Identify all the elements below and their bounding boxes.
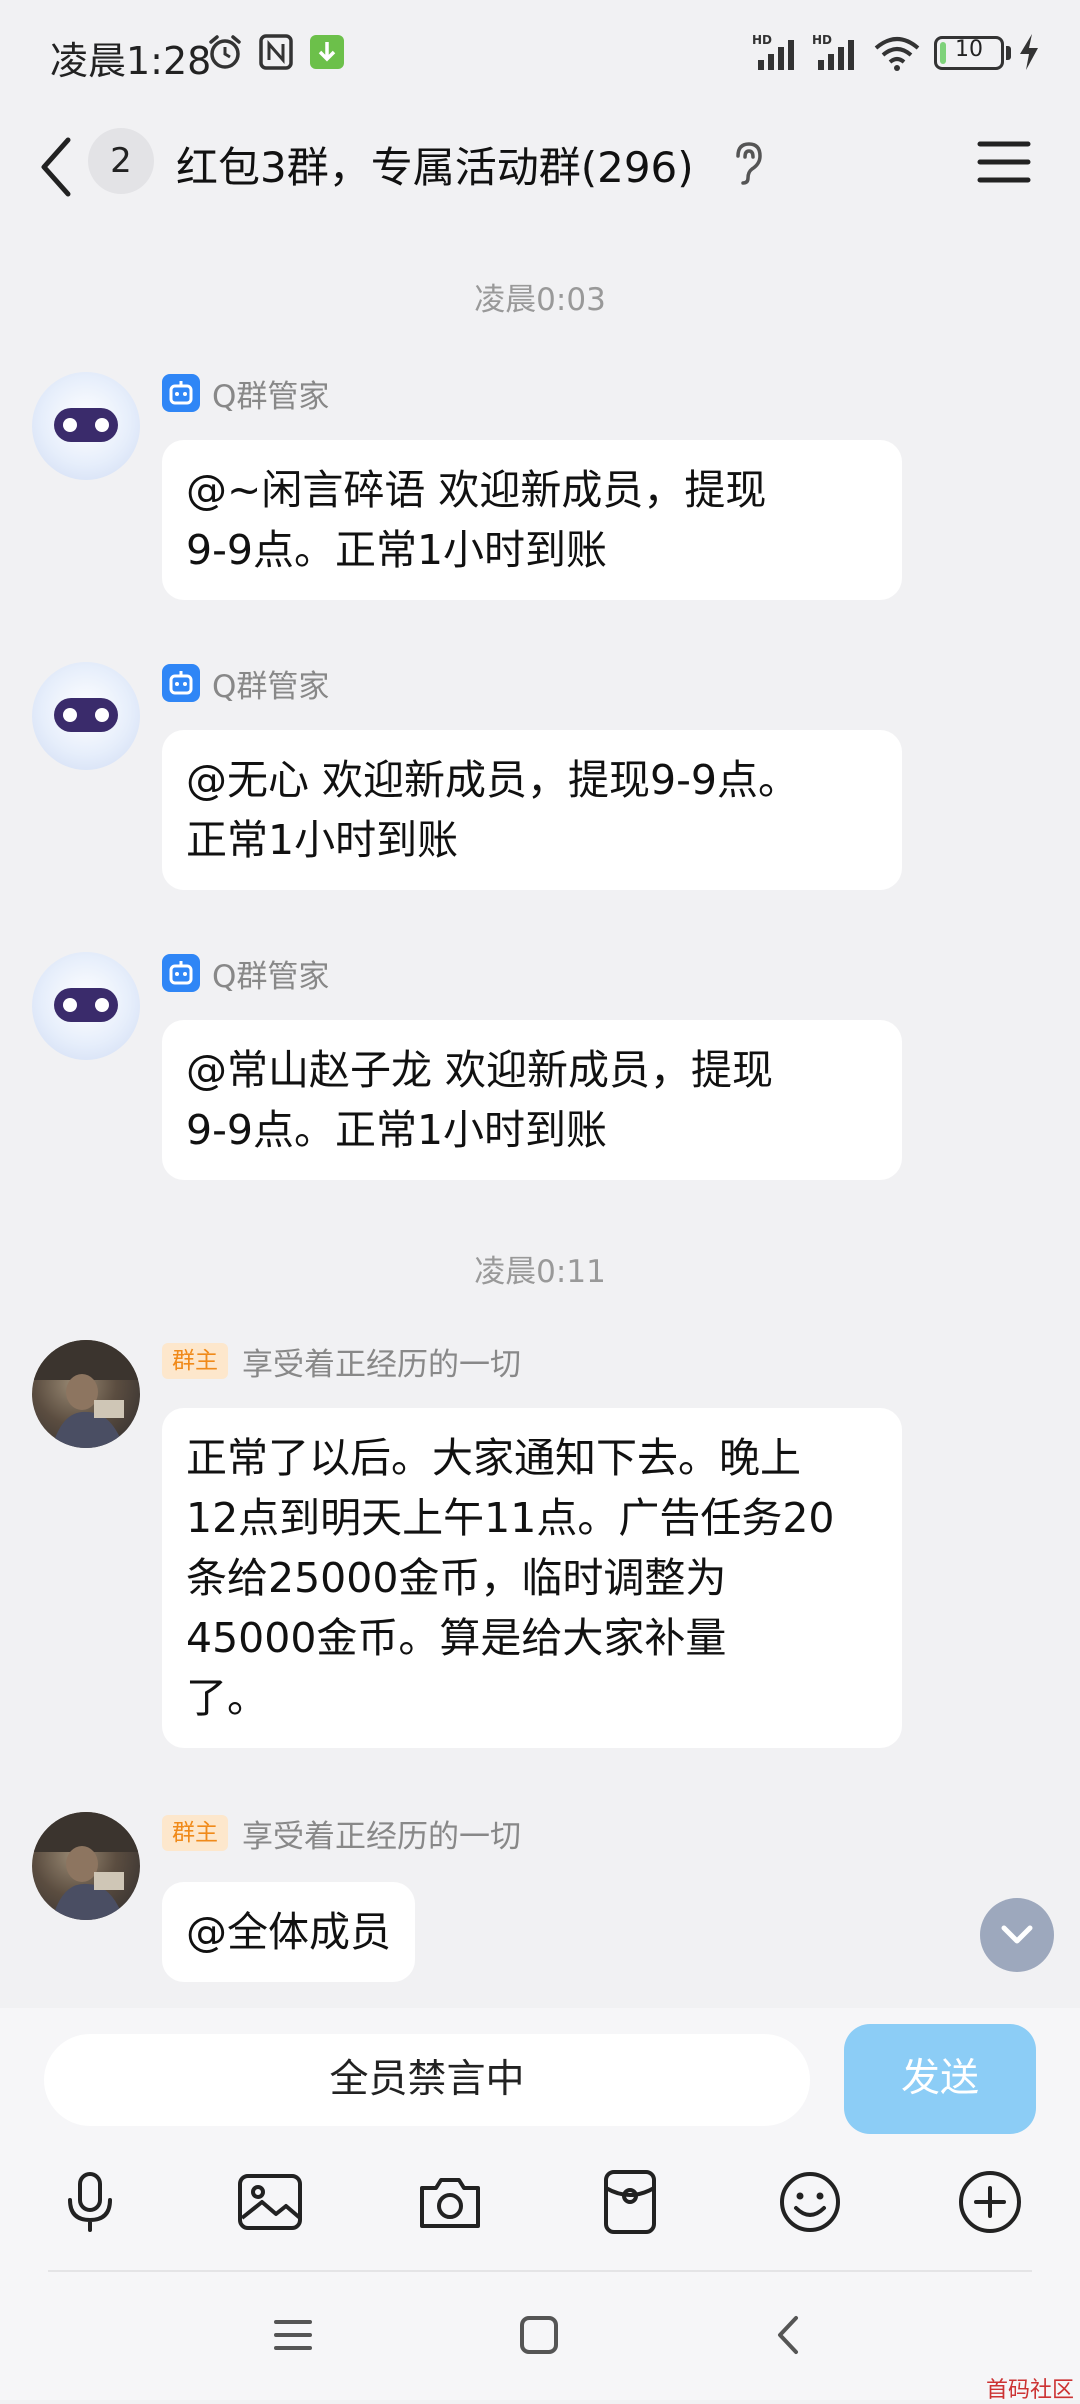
alarm-icon [209, 35, 241, 69]
avatar[interactable] [32, 662, 140, 770]
sender-name[interactable]: Q群管家 [212, 951, 329, 996]
chevron-left-icon[interactable] [32, 132, 82, 202]
sender-row: 群主 享受着正经历的一切 [162, 1811, 521, 1856]
battery-icon: 10 [934, 36, 1004, 70]
hd-signal-icon: HD [812, 33, 854, 70]
sender-row: Q群管家 [162, 951, 329, 996]
divider [48, 2270, 1032, 2272]
unread-badge[interactable]: 2 [88, 128, 154, 194]
avatar[interactable] [32, 952, 140, 1060]
sender-name[interactable]: 享受着正经历的一切 [242, 1339, 521, 1384]
message-input[interactable]: 全员禁言中 [44, 2034, 810, 2126]
nfc-icon [259, 34, 293, 70]
timestamp: 凌晨0:03 [474, 282, 606, 318]
home-nav-icon[interactable] [514, 2310, 564, 2360]
scroll-down-button[interactable] [980, 1898, 1054, 1972]
avatar[interactable] [32, 1340, 140, 1448]
sender-row: Q群管家 [162, 661, 329, 706]
sender-name[interactable]: Q群管家 [212, 371, 329, 416]
ear-icon[interactable] [728, 140, 768, 186]
chevron-down-icon [1001, 1925, 1033, 1944]
download-icon [310, 35, 344, 69]
red-packet-icon[interactable] [594, 2166, 666, 2238]
sender-row: Q群管家 [162, 371, 329, 416]
menu-nav-icon[interactable] [268, 2310, 318, 2360]
message-bubble[interactable]: @全体成员 [162, 1882, 415, 1982]
page-title[interactable]: 红包3群，专属活动群(296) [176, 134, 694, 195]
message-bubble[interactable]: 正常了以后。大家通知下去。晚上 12点到明天上午11点。广告任务20 条给250… [162, 1408, 902, 1748]
image-icon[interactable] [234, 2166, 306, 2238]
charging-icon [1020, 34, 1038, 70]
owner-badge: 群主 [162, 1343, 228, 1379]
emoji-icon[interactable] [774, 2166, 846, 2238]
menu-icon[interactable] [976, 138, 1032, 186]
camera-icon[interactable] [414, 2166, 486, 2238]
robot-face-icon [54, 988, 118, 1022]
robot-badge-icon [162, 374, 200, 412]
back-nav-icon[interactable] [764, 2310, 814, 2360]
battery-tip [1006, 46, 1011, 60]
avatar[interactable] [32, 1812, 140, 1920]
svg-text:HD: HD [752, 33, 772, 47]
status-bar: 凌晨1:28 HD HD 10 [0, 0, 1080, 110]
message-bubble[interactable]: @常山赵子龙 欢迎新成员，提现 9-9点。正常1小时到账 [162, 1020, 902, 1180]
sender-name[interactable]: Q群管家 [212, 661, 329, 706]
avatar[interactable] [32, 372, 140, 480]
svg-text:HD: HD [812, 33, 832, 47]
status-time: 凌晨1:28 [50, 39, 212, 83]
robot-face-icon [54, 698, 118, 732]
battery-level: 10 [955, 37, 983, 62]
message-bubble[interactable]: @无心 欢迎新成员，提现9-9点。 正常1小时到账 [162, 730, 902, 890]
hd-signal-icon: HD [752, 33, 794, 70]
robot-badge-icon [162, 954, 200, 992]
robot-badge-icon [162, 664, 200, 702]
timestamp: 凌晨0:11 [474, 1254, 606, 1290]
sender-row: 群主 享受着正经历的一切 [162, 1339, 521, 1384]
person-photo-icon [32, 1812, 140, 1920]
owner-badge: 群主 [162, 1815, 228, 1851]
person-photo-icon [32, 1340, 140, 1448]
send-button[interactable]: 发送 [844, 2024, 1036, 2134]
watermark: 首码社区 [986, 2378, 1075, 2403]
message-bubble[interactable]: @~闲言碎语 欢迎新成员，提现 9-9点。正常1小时到账 [162, 440, 902, 600]
wifi-icon [874, 37, 920, 71]
sender-name[interactable]: 享受着正经历的一切 [242, 1811, 521, 1856]
microphone-icon[interactable] [54, 2166, 126, 2238]
robot-face-icon [54, 408, 118, 442]
plus-icon[interactable] [954, 2166, 1026, 2238]
